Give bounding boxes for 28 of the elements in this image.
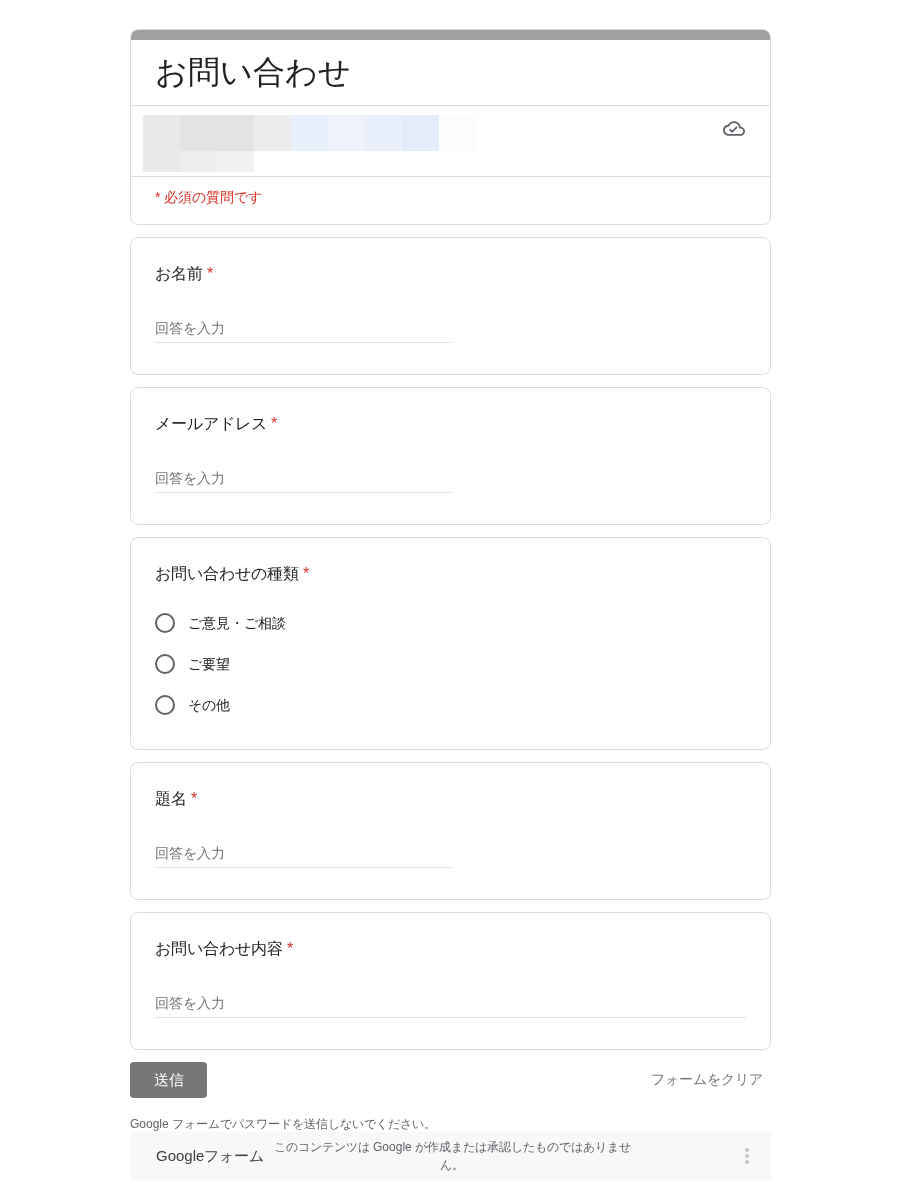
- required-asterisk: *: [287, 939, 294, 959]
- option-label: ご意見・ご相談: [188, 613, 286, 633]
- answer-field[interactable]: 回答を入力: [155, 839, 451, 868]
- radio-button[interactable]: [155, 612, 175, 633]
- footer-disclaimer: このコンテンツは Google が作成または承認したものではありません。: [272, 1139, 633, 1174]
- required-asterisk: *: [271, 414, 278, 434]
- footer-brand: Googleフォーム: [156, 1146, 265, 1166]
- required-asterisk: *: [191, 789, 198, 809]
- answer-field[interactable]: 回答を入力: [155, 989, 746, 1018]
- question-label: メールアドレス: [155, 414, 267, 434]
- required-asterisk: *: [207, 264, 214, 284]
- clear-form-button[interactable]: フォームをクリア: [643, 1067, 771, 1093]
- cloud-check-icon: [723, 121, 745, 136]
- question-label: お問い合わせの種類: [155, 564, 299, 584]
- option-label: ご要望: [188, 654, 230, 674]
- radio-button[interactable]: [155, 653, 175, 674]
- question-label: お問い合わせ内容: [155, 939, 283, 959]
- question-label: お名前: [155, 264, 203, 284]
- form-title: お問い合わせ: [154, 53, 352, 92]
- answer-field[interactable]: 回答を入力: [155, 464, 451, 493]
- password-warning: Google フォームでパスワードを送信しないでください。: [130, 1116, 438, 1132]
- option-label: その他: [188, 695, 230, 715]
- required-asterisk: *: [303, 564, 310, 584]
- required-note: * 必須の質問です: [154, 188, 264, 207]
- submit-button[interactable]: 送信: [130, 1062, 207, 1098]
- question-label: 題名: [155, 789, 187, 809]
- answer-field[interactable]: 回答を入力: [155, 314, 451, 343]
- radio-button[interactable]: [155, 694, 175, 715]
